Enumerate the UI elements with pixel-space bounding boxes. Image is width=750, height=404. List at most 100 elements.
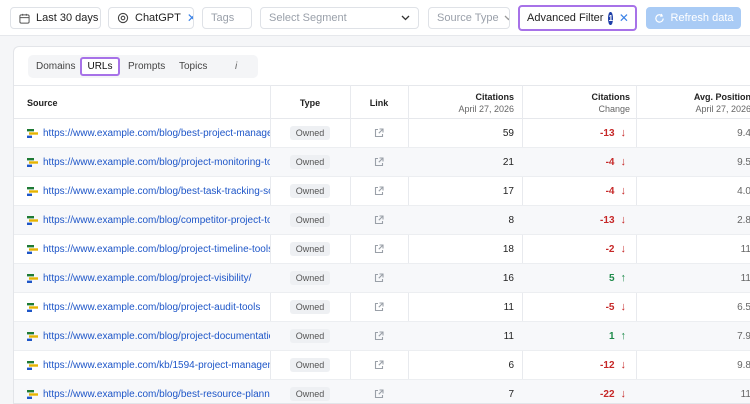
source-url-link[interactable]: https://www.example.com/blog/project-doc… [43, 331, 270, 342]
external-link-icon[interactable] [350, 119, 408, 147]
source-cell: https://www.example.com/blog/best-task-t… [27, 177, 270, 205]
type-badge: Owned [289, 155, 331, 169]
source-url-link[interactable]: https://www.example.com/blog/project-vis… [43, 273, 251, 284]
change-cell: -13 ↓ [522, 206, 636, 234]
avg-position-value: 9.8 [737, 359, 750, 371]
tags-select[interactable]: Tags [202, 7, 252, 29]
citations-value: 8 [508, 214, 514, 226]
type-badge: Owned [289, 242, 331, 256]
site-favicon-icon [27, 331, 38, 341]
header-type[interactable]: Type [270, 86, 350, 119]
type-cell: Owned [270, 293, 350, 321]
date-range-label: Last 30 days [36, 12, 99, 24]
external-link-icon[interactable] [350, 322, 408, 350]
source-url-link[interactable]: https://www.example.com/blog/best-resour… [43, 389, 270, 400]
citations-value: 7 [508, 388, 514, 400]
tab-prompts[interactable]: Prompts [122, 57, 171, 76]
type-cell: Owned [270, 380, 350, 403]
avg-position-value: 11 [740, 388, 750, 400]
external-link-icon[interactable] [350, 177, 408, 205]
header-type-label: Type [299, 97, 321, 108]
engine-filter-chip[interactable]: ChatGPT ✕ [108, 7, 194, 29]
info-icon[interactable]: i [229, 57, 243, 76]
source-url-link[interactable]: https://www.example.com/blog/best-projec… [43, 128, 270, 139]
source-url-link[interactable]: https://www.example.com/blog/competitor-… [43, 215, 270, 226]
header-link-label: Link [369, 97, 389, 108]
site-favicon-icon [27, 302, 38, 312]
calendar-icon [19, 13, 30, 24]
source-url-link[interactable]: https://www.example.com/kb/1594-project-… [43, 360, 270, 371]
arrow-up-icon: ↑ [620, 330, 627, 342]
tab-domains[interactable]: Domains [30, 57, 81, 76]
header-citations[interactable]: Citations April 27, 2026 [408, 86, 522, 119]
header-change[interactable]: Citations Change [522, 86, 636, 119]
change-value: -13 [600, 127, 615, 139]
table-header: Source Type Link Citations April 27, 202… [14, 85, 750, 119]
date-range-button[interactable]: Last 30 days [10, 7, 101, 29]
change-cell: -13 ↓ [522, 119, 636, 147]
external-link-icon[interactable] [350, 235, 408, 263]
segment-select[interactable]: Select Segment [260, 7, 419, 29]
source-url-link[interactable]: https://www.example.com/blog/project-tim… [43, 244, 270, 255]
type-cell: Owned [270, 206, 350, 234]
arrow-down-icon: ↓ [620, 388, 627, 400]
change-cell: -22 ↓ [522, 380, 636, 403]
external-link-icon[interactable] [350, 293, 408, 321]
external-link-icon[interactable] [350, 351, 408, 379]
table-row[interactable]: https://www.example.com/blog/project-doc… [14, 322, 750, 351]
type-badge: Owned [289, 184, 331, 198]
change-cell: 5 ↑ [522, 264, 636, 292]
site-favicon-icon [27, 389, 38, 399]
advanced-filter-count-badge: 1 [608, 11, 613, 25]
chevron-down-icon [504, 13, 509, 23]
header-citations-date: April 27, 2026 [458, 104, 514, 114]
type-cell: Owned [270, 351, 350, 379]
advanced-filter-button[interactable]: Advanced Filter 1 ✕ [518, 5, 637, 31]
external-link-icon[interactable] [350, 380, 408, 403]
source-cell: https://www.example.com/blog/project-doc… [27, 322, 270, 350]
site-favicon-icon [27, 157, 38, 167]
tab-topics[interactable]: Topics [173, 57, 213, 76]
site-favicon-icon [27, 360, 38, 370]
avg-position-value: 6.5 [737, 301, 750, 313]
table-row[interactable]: https://www.example.com/blog/project-tim… [14, 235, 750, 264]
external-link-icon[interactable] [350, 206, 408, 234]
header-position-date: April 27, 2026 [695, 104, 750, 114]
tags-placeholder: Tags [211, 12, 235, 24]
citations-value: 59 [502, 127, 514, 139]
header-source-label: Source [27, 97, 58, 108]
source-cell: https://www.example.com/blog/best-projec… [27, 119, 270, 147]
table-row[interactable]: https://www.example.com/blog/project-mon… [14, 148, 750, 177]
source-cell: https://www.example.com/blog/project-mon… [27, 148, 270, 176]
table-row[interactable]: https://www.example.com/blog/project-aud… [14, 293, 750, 322]
table-row[interactable]: https://www.example.com/blog/competitor-… [14, 206, 750, 235]
table-row[interactable]: https://www.example.com/blog/best-resour… [14, 380, 750, 403]
type-cell: Owned [270, 119, 350, 147]
header-avg-position[interactable]: Avg. Position April 27, 2026 [636, 86, 750, 119]
table-row[interactable]: https://www.example.com/blog/project-vis… [14, 264, 750, 293]
change-value: -13 [600, 214, 615, 226]
citations-value: 18 [502, 243, 514, 255]
citations-value: 11 [503, 301, 514, 313]
type-badge: Owned [289, 126, 331, 140]
close-icon[interactable]: ✕ [619, 11, 629, 25]
source-url-link[interactable]: https://www.example.com/blog/project-mon… [43, 157, 270, 168]
avg-position-value: 11 [740, 272, 750, 284]
source-type-select[interactable]: Source Type [428, 7, 510, 29]
tab-urls[interactable]: URLs [80, 57, 120, 76]
site-favicon-icon [27, 244, 38, 254]
change-value: -22 [600, 388, 615, 400]
header-citations-label: Citations [475, 92, 514, 102]
close-icon[interactable]: ✕ [187, 11, 193, 25]
source-url-link[interactable]: https://www.example.com/blog/project-aud… [43, 302, 260, 313]
header-source[interactable]: Source [27, 86, 270, 119]
source-url-link[interactable]: https://www.example.com/blog/best-task-t… [43, 186, 270, 197]
table-row[interactable]: https://www.example.com/kb/1594-project-… [14, 351, 750, 380]
refresh-data-button[interactable]: Refresh data [646, 7, 741, 29]
external-link-icon[interactable] [350, 264, 408, 292]
change-value: 1 [608, 330, 615, 342]
table-row[interactable]: https://www.example.com/blog/best-task-t… [14, 177, 750, 206]
table-row[interactable]: https://www.example.com/blog/best-projec… [14, 119, 750, 148]
external-link-icon[interactable] [350, 148, 408, 176]
change-value: -4 [605, 156, 615, 168]
